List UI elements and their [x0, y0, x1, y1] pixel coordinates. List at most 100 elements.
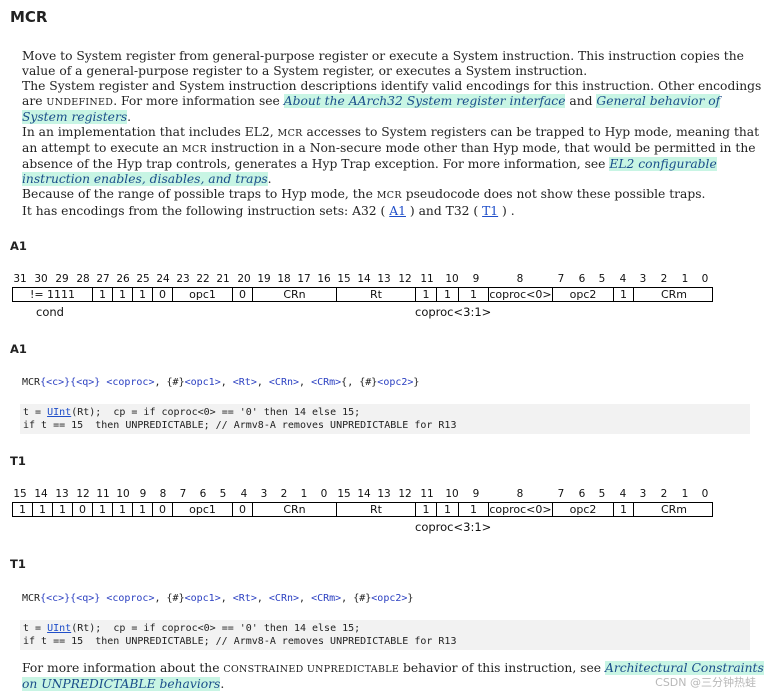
intro-para-1: Move to System register from general-pur…: [22, 49, 752, 79]
bit-number-text: 8: [516, 488, 524, 500]
bit-number-text: 4: [619, 488, 627, 500]
intro-line: Move to System register from general-pur…: [22, 49, 744, 63]
opc2-operand[interactable]: <opc2>: [371, 593, 407, 604]
q-operand[interactable]: {<q>}: [70, 593, 100, 604]
footer-para: For more information about the CONSTRAIN…: [22, 661, 764, 692]
intro-line: an attempt to execute an MCR instruction…: [22, 141, 756, 157]
footer-line: on UNPREDICTABLE behaviors.: [22, 677, 752, 692]
encoding-field: 0: [233, 503, 253, 516]
coproc-operand[interactable]: <coproc>: [106, 377, 154, 388]
text: are: [22, 94, 47, 108]
intro-line: System registers.: [22, 110, 752, 125]
crm-operand[interactable]: <CRm>: [311, 593, 341, 604]
bit-number-text: 14: [357, 488, 371, 500]
bit-number-text: 17: [297, 273, 311, 285]
bit-number-text: 0: [701, 273, 709, 285]
text: In an implementation that includes EL2,: [22, 125, 278, 139]
q-operand[interactable]: {<q>}: [70, 377, 100, 388]
mcr-term: MCR: [277, 128, 303, 139]
link-architectural-constraints-cont[interactable]: on UNPREDICTABLE behaviors: [22, 677, 221, 691]
bit-number-text: 12: [76, 488, 90, 500]
bit-number-text: 14: [34, 488, 48, 500]
bit-number-text: 7: [557, 273, 565, 285]
link-t1[interactable]: T1: [482, 204, 498, 218]
bit-number-text: 23: [176, 273, 190, 285]
bit-number-text: 11: [420, 273, 434, 285]
encoding-field: Rt: [337, 503, 416, 516]
link-architectural-constraints[interactable]: Architectural Constraints: [604, 661, 764, 675]
bit-number-text: 20: [237, 273, 251, 285]
t1-coproc-label: coproc<3:1>: [415, 520, 492, 534]
encoding-field: opc2: [553, 288, 614, 301]
page-title: MCR: [10, 8, 48, 26]
encoding-field: != 1111: [13, 288, 93, 301]
bit-number-text: 15: [337, 488, 351, 500]
coproc-operand[interactable]: <coproc>: [106, 593, 154, 604]
intro-line: In an implementation that includes EL2, …: [22, 125, 759, 141]
separator: {, {#}: [341, 377, 378, 388]
code-text: if t == 15 then UNPREDICTABLE; // Armv8-…: [23, 636, 457, 647]
bit-number-text: 25: [136, 273, 150, 285]
rt-operand[interactable]: <Rt>: [233, 377, 257, 388]
encoding-field: 1: [33, 503, 53, 516]
encoding-field: 1: [614, 503, 634, 516]
encoding-field: 1: [53, 503, 73, 516]
encoding-field: CRn: [253, 503, 337, 516]
cond-operand[interactable]: {<c>}: [40, 593, 70, 604]
code-text: if t == 15 then UNPREDICTABLE; // Armv8-…: [23, 420, 457, 431]
bit-number-text: 6: [578, 273, 586, 285]
bit-number-text: 1: [681, 488, 689, 500]
link-aarch32-interface[interactable]: About the AArch32 System register interf…: [283, 94, 566, 108]
bit-number-text: 15: [337, 273, 351, 285]
separator: }: [407, 593, 414, 604]
link-el2-configurable-cont[interactable]: instruction enables, disables, and traps: [22, 172, 268, 186]
bit-number-text: 1: [681, 273, 689, 285]
mnemonic: MCR: [22, 377, 41, 388]
text: .: [267, 172, 272, 186]
encoding-field: 1: [133, 288, 153, 301]
uint-link[interactable]: UInt: [47, 623, 71, 634]
bit-number-text: 18: [277, 273, 291, 285]
rt-operand[interactable]: <Rt>: [233, 593, 257, 604]
intro-line: instruction enables, disables, and traps…: [22, 172, 752, 187]
bit-number-text: 8: [516, 273, 524, 285]
opc2-operand[interactable]: <opc2>: [377, 377, 413, 388]
opc1-operand[interactable]: <opc1>: [185, 593, 221, 604]
intro-line: are UNDEFINED. For more information see …: [22, 94, 752, 110]
encoding-field: 1: [459, 288, 489, 301]
link-el2-configurable[interactable]: EL2 configurable: [609, 157, 717, 171]
encoding-field: 0: [73, 503, 93, 516]
bit-number-text: 0: [320, 488, 328, 500]
bit-number-text: 1: [300, 488, 308, 500]
encoding-field: coproc<0>: [489, 503, 553, 516]
encoding-field: Rt: [337, 288, 416, 301]
encoding-field: 1: [459, 503, 489, 516]
encoding-field: opc1: [173, 288, 233, 301]
bit-number-text: 14: [357, 273, 371, 285]
encoding-field: 1: [437, 503, 459, 516]
text: accesses to System registers can be trap…: [302, 125, 760, 139]
opc1-operand[interactable]: <opc1>: [185, 377, 221, 388]
bit-number-text: 10: [445, 273, 459, 285]
intro-para-5: It has encodings from the following inst…: [22, 204, 752, 219]
link-general-behavior-cont[interactable]: System registers: [22, 110, 128, 124]
bit-number-text: 29: [55, 273, 69, 285]
encoding-field: opc2: [553, 503, 614, 516]
bit-number-text: 12: [398, 488, 412, 500]
link-general-behavior[interactable]: General behavior of: [596, 94, 721, 108]
crn-operand[interactable]: <CRn>: [269, 593, 299, 604]
encoding-field: 1: [13, 503, 33, 516]
uint-link[interactable]: UInt: [47, 407, 71, 418]
bit-number-text: 3: [639, 488, 647, 500]
intro-line: value of a general-purpose register to a…: [22, 64, 588, 78]
constrained-term: CONSTRAINED UNPREDICTABLE: [223, 664, 400, 675]
t1-assembler-syntax: MCR{<c>}{<q>} <coproc>, {#}<opc1>, <Rt>,…: [22, 593, 413, 604]
encoding-field: 1: [614, 288, 634, 301]
text: ) and T32 (: [405, 204, 483, 218]
bit-number-text: 12: [398, 273, 412, 285]
crn-operand[interactable]: <CRn>: [269, 377, 299, 388]
cond-operand[interactable]: {<c>}: [40, 377, 70, 388]
crm-operand[interactable]: <CRm>: [311, 377, 341, 388]
bit-number-text: 7: [179, 488, 187, 500]
link-a1[interactable]: A1: [389, 204, 406, 218]
